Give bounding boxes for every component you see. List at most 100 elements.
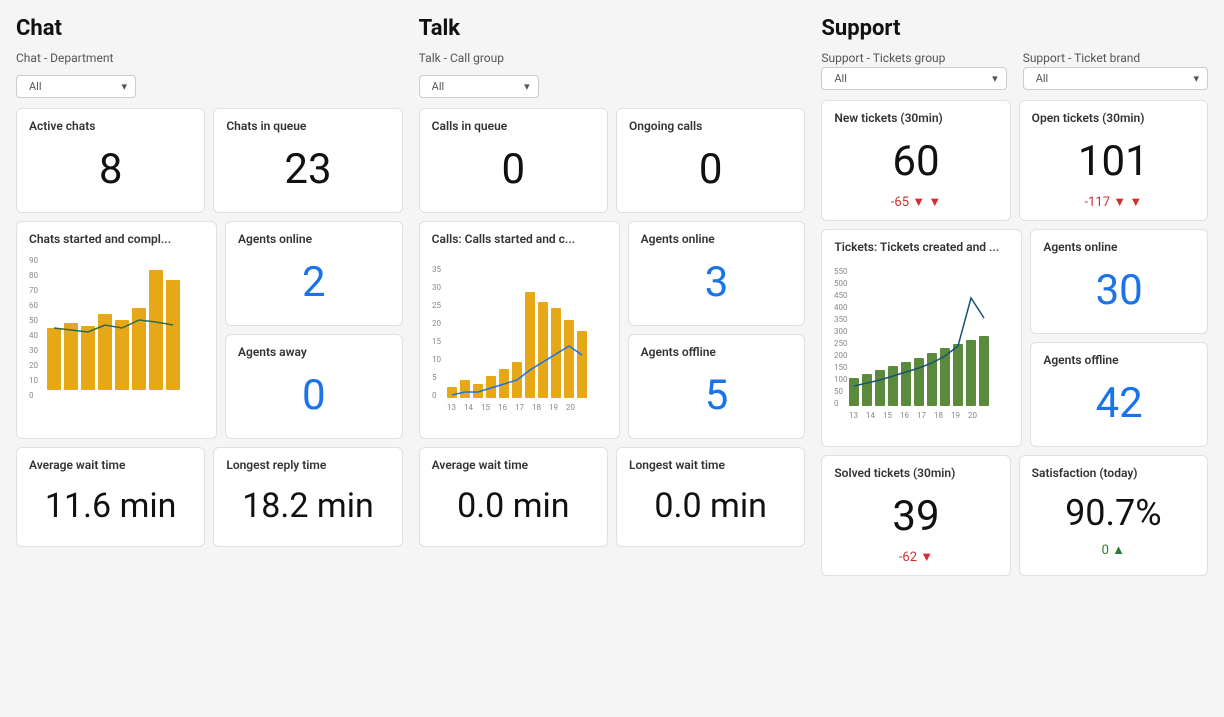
svg-text:20: 20: [968, 411, 977, 420]
svg-text:13: 13: [849, 411, 858, 420]
support-agents-online-card: Agents online 30: [1030, 229, 1208, 334]
chat-chart-card: Chats started and compl... 0 10 20 30 40…: [16, 221, 217, 439]
solved-tickets-label: Solved tickets (30min): [834, 466, 997, 480]
support-agents-online-label: Agents online: [1043, 240, 1195, 254]
support-agents-offline-value: 42: [1043, 371, 1195, 436]
ongoing-calls-label: Ongoing calls: [629, 119, 792, 133]
new-tickets-label: New tickets (30min): [834, 111, 997, 125]
support-tickets-group-chevron: ▾: [992, 72, 998, 85]
open-tickets-value: 101: [1032, 129, 1195, 194]
svg-text:10: 10: [29, 376, 38, 385]
talk-callgroup-chevron: ▾: [524, 80, 530, 93]
svg-text:40: 40: [29, 331, 38, 340]
solved-tickets-value: 39: [834, 484, 997, 549]
chat-longest-reply-value: 18.2 min: [226, 476, 389, 536]
support-chart-card: Tickets: Tickets created and ... 0 50 10…: [821, 229, 1022, 447]
solved-tickets-card: Solved tickets (30min) 39 -62 ▼: [821, 455, 1010, 576]
svg-text:70: 70: [29, 286, 38, 295]
svg-text:50: 50: [29, 316, 38, 325]
ongoing-calls-value: 0: [629, 137, 792, 202]
satisfaction-delta: 0 ▲: [1032, 542, 1195, 558]
calls-in-queue-label: Calls in queue: [432, 119, 595, 133]
svg-text:16: 16: [498, 403, 507, 412]
support-agents-offline-label: Agents offline: [1043, 353, 1195, 367]
solved-tickets-delta: -62 ▼: [834, 549, 997, 565]
chat-title: Chat: [16, 16, 403, 41]
svg-text:16: 16: [900, 411, 909, 420]
svg-text:80: 80: [29, 271, 38, 280]
support-section: Support Support - Tickets group All ▾ Su…: [821, 16, 1208, 576]
chat-agents-away-card: Agents away 0: [225, 334, 403, 439]
chat-agents-away-value: 0: [238, 363, 390, 428]
calls-in-queue-card: Calls in queue 0: [419, 108, 608, 213]
talk-longest-wait-value: 0.0 min: [629, 476, 792, 536]
open-tickets-delta: -117 ▼: [1032, 194, 1195, 210]
chat-agents-online-card: Agents online 2: [225, 221, 403, 326]
svg-text:19: 19: [549, 403, 558, 412]
svg-text:50: 50: [834, 387, 843, 396]
chat-chart-svg: 0 10 20 30 40 50 60 70 80 90: [29, 250, 204, 400]
talk-title: Talk: [419, 16, 806, 41]
svg-text:500: 500: [834, 279, 848, 288]
chats-in-queue-card: Chats in queue 23: [213, 108, 402, 213]
talk-avg-wait-card: Average wait time 0.0 min: [419, 447, 608, 547]
talk-chart-card: Calls: Calls started and c... 0 5 10 15 …: [419, 221, 620, 439]
support-chart-label: Tickets: Tickets created and ...: [834, 240, 1009, 254]
svg-text:18: 18: [532, 403, 541, 412]
talk-agents-online-card: Agents online 3: [628, 221, 806, 326]
chat-chart-label: Chats started and compl...: [29, 232, 204, 246]
calls-in-queue-value: 0: [432, 137, 595, 202]
svg-text:14: 14: [866, 411, 875, 420]
talk-callgroup-value: All: [432, 80, 445, 93]
svg-text:30: 30: [432, 283, 441, 292]
chat-avg-wait-label: Average wait time: [29, 458, 192, 472]
open-tickets-label: Open tickets (30min): [1032, 111, 1195, 125]
support-ticket-brand-chevron: ▾: [1194, 72, 1200, 85]
support-tickets-group-select[interactable]: All ▾: [821, 67, 1006, 90]
svg-text:400: 400: [834, 303, 848, 312]
support-filter2-label: Support - Ticket brand: [1023, 51, 1208, 65]
ongoing-calls-card: Ongoing calls 0: [616, 108, 805, 213]
support-ticket-brand-select[interactable]: All ▾: [1023, 67, 1208, 90]
open-tickets-card: Open tickets (30min) 101 -117 ▼: [1019, 100, 1208, 221]
support-tickets-group-value: All: [834, 72, 847, 85]
svg-text:20: 20: [432, 319, 441, 328]
svg-text:19: 19: [951, 411, 960, 420]
chat-section: Chat Chat - Department All ▾ Active chat…: [16, 16, 403, 547]
svg-text:200: 200: [834, 351, 848, 360]
talk-avg-wait-label: Average wait time: [432, 458, 595, 472]
support-filter1-label: Support - Tickets group: [821, 51, 1006, 65]
talk-longest-wait-label: Longest wait time: [629, 458, 792, 472]
chat-department-value: All: [29, 80, 42, 93]
new-tickets-delta: -65 ▼: [834, 194, 997, 210]
talk-callgroup-select[interactable]: All ▾: [419, 75, 539, 98]
satisfaction-value: 90.7%: [1032, 484, 1195, 542]
svg-text:60: 60: [29, 301, 38, 310]
svg-text:5: 5: [432, 373, 437, 382]
svg-text:14: 14: [464, 403, 473, 412]
svg-text:550: 550: [834, 267, 848, 276]
support-agents-offline-card: Agents offline 42: [1030, 342, 1208, 447]
talk-agents-online-label: Agents online: [641, 232, 793, 246]
talk-agents-offline-value: 5: [641, 363, 793, 428]
svg-text:17: 17: [515, 403, 524, 412]
svg-text:0: 0: [29, 391, 34, 400]
talk-chart-label: Calls: Calls started and c...: [432, 232, 607, 246]
talk-filter-label: Talk - Call group: [419, 51, 504, 65]
svg-text:35: 35: [432, 265, 441, 274]
chat-avg-wait-card: Average wait time 11.6 min: [16, 447, 205, 547]
svg-text:20: 20: [29, 361, 38, 370]
talk-section: Talk Talk - Call group All ▾ Calls in qu…: [419, 16, 806, 547]
chats-in-queue-label: Chats in queue: [226, 119, 389, 133]
talk-agents-offline-card: Agents offline 5: [628, 334, 806, 439]
new-tickets-value: 60: [834, 129, 997, 194]
active-chats-card: Active chats 8: [16, 108, 205, 213]
talk-chart-svg: 0 5 10 15 20 25 30 35: [432, 250, 607, 415]
svg-text:0: 0: [834, 399, 839, 408]
talk-avg-wait-value: 0.0 min: [432, 476, 595, 536]
new-tickets-card: New tickets (30min) 60 -65 ▼: [821, 100, 1010, 221]
chat-filter-label: Chat - Department: [16, 51, 113, 65]
support-agents-online-value: 30: [1043, 258, 1195, 323]
svg-text:450: 450: [834, 291, 848, 300]
chat-department-select[interactable]: All ▾: [16, 75, 136, 98]
